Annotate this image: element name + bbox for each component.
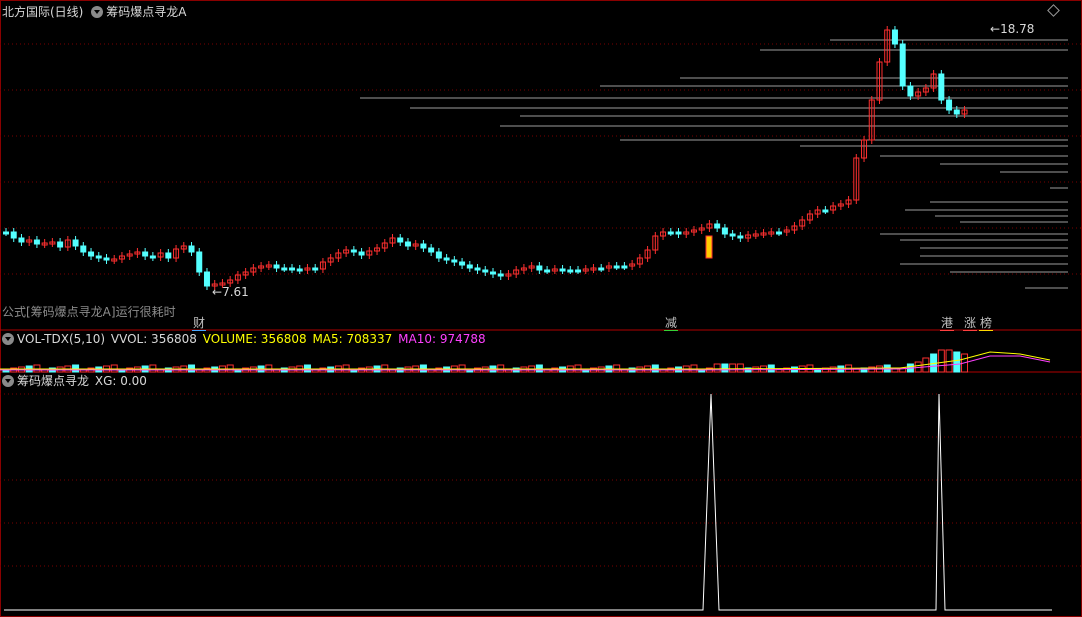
candle-body	[714, 223, 721, 229]
candle-body	[296, 268, 303, 272]
candle-body	[33, 239, 40, 245]
candle-body	[822, 209, 829, 213]
ma5-line	[0, 351, 1051, 370]
candle-body	[575, 269, 582, 273]
candle-body	[482, 269, 489, 273]
indicator-name[interactable]: 筹码爆点寻龙A	[106, 5, 186, 19]
candle-body	[10, 231, 17, 239]
event-tag-limit-up[interactable]: 涨	[963, 316, 978, 331]
candle-body	[273, 264, 280, 269]
high-price-label: ←18.78	[990, 22, 1035, 36]
candle-body	[729, 233, 736, 237]
vvol-value: VVOL: 356808	[110, 332, 197, 346]
volume-header: VOL-TDX(5,10) VVOL: 356808 VOLUME: 35680…	[2, 332, 486, 346]
candle-body	[196, 251, 203, 273]
candle-body	[57, 241, 64, 248]
candle-body	[953, 109, 960, 115]
candle-body	[103, 257, 110, 261]
candle-body	[358, 251, 365, 256]
volume-bar	[736, 363, 744, 373]
stock-chart-window: 北方国际(日线) 筹码爆点寻龙A ←18.78 ←7.61 公式[筹码爆点寻龙A…	[0, 0, 1082, 617]
event-tag-hk[interactable]: 港	[940, 316, 955, 331]
candle-body	[544, 269, 551, 273]
candle-body	[907, 85, 914, 97]
candle-body	[3, 231, 9, 235]
candle-body	[721, 227, 728, 235]
candle-body	[474, 267, 481, 271]
candle-body	[281, 267, 288, 271]
signal-menu-icon[interactable]	[2, 375, 14, 387]
candle-body	[350, 249, 357, 253]
candle-body	[536, 265, 543, 271]
formula-notice: 公式[筹码爆点寻龙A]运行很耗时	[2, 305, 176, 319]
candle-body	[598, 267, 605, 271]
candle-body	[621, 265, 628, 269]
candle-body	[776, 231, 782, 235]
candle-body	[946, 99, 953, 111]
candle-body	[435, 251, 442, 259]
event-tag-reduce[interactable]: 减	[664, 316, 679, 331]
candlestick-series	[3, 26, 968, 290]
candle-body	[404, 241, 411, 247]
event-tag-list[interactable]: 榜	[979, 316, 994, 331]
candle-body	[891, 29, 898, 45]
candle-body	[80, 245, 87, 253]
signal-indicator-name[interactable]: 筹码爆点寻龙	[17, 374, 89, 388]
candle-body	[613, 265, 620, 269]
candle-body	[567, 269, 574, 273]
stock-title: 北方国际(日线)	[2, 5, 84, 19]
candle-body	[497, 273, 504, 277]
candle-body	[667, 231, 674, 235]
candle-body	[489, 271, 496, 275]
indicator-menu-icon[interactable]	[91, 6, 104, 18]
main-header: 北方国际(日线) 筹码爆点寻龙A	[2, 5, 186, 19]
candle-body-highlight	[705, 235, 713, 259]
xg-value: XG: 0.00	[94, 374, 147, 388]
candle-body	[675, 231, 682, 235]
volume-bar	[953, 351, 961, 373]
volume-bar	[721, 363, 729, 373]
ma5-value: MA5: 708337	[312, 332, 393, 346]
candle-body	[938, 73, 945, 101]
volume-bar	[937, 349, 945, 373]
candle-body	[420, 243, 427, 249]
volume-bar	[729, 363, 737, 373]
candle-body	[428, 247, 435, 253]
volume-bars	[0, 349, 1051, 373]
candle-body	[72, 239, 79, 247]
xg-signal-line	[4, 393, 1052, 611]
volume-indicator-name[interactable]: VOL-TDX(5,10)	[17, 332, 105, 346]
candle-body	[18, 237, 25, 243]
volume-bar	[713, 363, 721, 373]
candle-body	[203, 271, 210, 287]
candle-body	[466, 264, 473, 269]
candle-body	[397, 237, 404, 243]
volume-menu-icon[interactable]	[2, 333, 14, 345]
signal-header: 筹码爆点寻龙 XG: 0.00	[2, 374, 147, 388]
candle-body	[188, 245, 195, 253]
chip-distribution	[360, 39, 1068, 289]
low-price-label: ←7.61	[212, 285, 249, 299]
candle-body	[559, 268, 566, 272]
candle-body	[88, 251, 95, 257]
candle-body	[95, 255, 102, 259]
candle-body	[142, 251, 149, 257]
candle-body	[312, 267, 319, 271]
candle-body	[451, 259, 458, 263]
candle-body	[737, 235, 744, 239]
event-tag-finance[interactable]: 财	[192, 316, 207, 331]
candle-body	[165, 252, 172, 259]
candle-body	[443, 257, 450, 261]
ma10-value: MA10: 974788	[398, 332, 486, 346]
candle-body	[149, 255, 156, 259]
candle-body	[899, 43, 906, 87]
volume-value: VOLUME: 356808	[202, 332, 307, 346]
candle-body	[459, 261, 466, 266]
xg-signal-line	[4, 393, 1052, 611]
candle-body	[289, 267, 296, 271]
